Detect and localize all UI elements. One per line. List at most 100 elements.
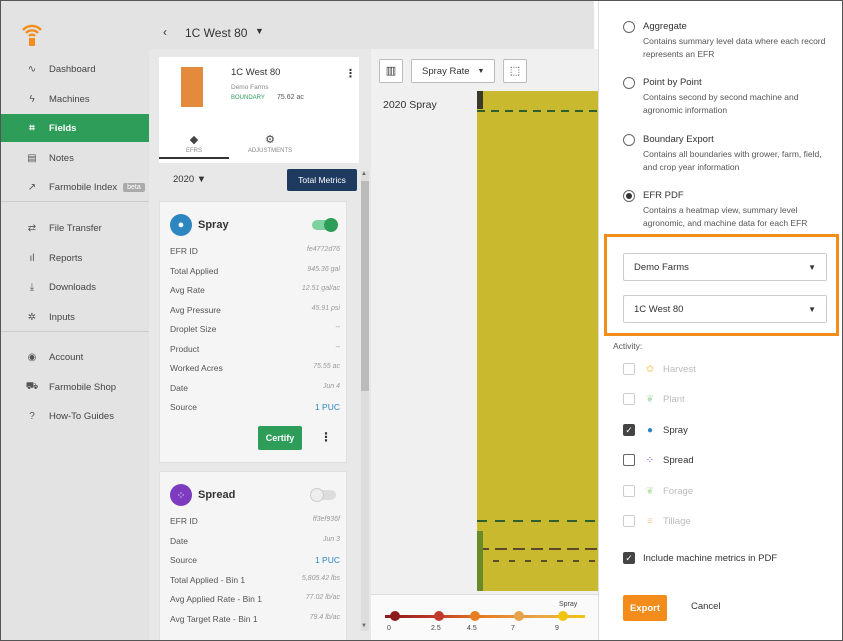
legend-tick-label: 2.5 (431, 625, 441, 632)
sidebar-item-inputs[interactable]: ✲ Inputs (1, 303, 149, 331)
sidebar-item-notes[interactable]: ▤ Notes (1, 144, 149, 172)
activity-plant: ❦ Plant (623, 392, 685, 406)
metric-value: ff3ef936f (312, 516, 340, 523)
field-panel-scrollbar[interactable]: ▲ ▼ (361, 171, 369, 631)
metric-key: Date (170, 535, 188, 546)
select-tool-icon[interactable]: ⬚ (503, 59, 527, 83)
export-submit-button[interactable]: Export (623, 595, 667, 621)
top-bar: ‹ 1C West 80 ▼ (149, 1, 594, 49)
map-view[interactable]: ▥ Spray Rate ▼ ⬚ 2020 Spray Spray 0 2.5 4.… (371, 49, 598, 640)
sidebar-item-farmobile-shop[interactable]: ⛟ Farmobile Shop (1, 373, 149, 401)
metric-row: Total Applied 945.36 gal (170, 266, 340, 276)
metric-row: Source 1 PUC (170, 402, 340, 412)
legend-dot (390, 611, 400, 621)
metric-value: Jun 4 (322, 382, 340, 390)
spray-icon: ● (170, 214, 192, 236)
layout-toggle-icon[interactable]: ▥ (379, 59, 403, 83)
radio-checked-icon[interactable] (623, 190, 635, 202)
metric-row: Avg Rate 12.51 gal/ac (170, 285, 340, 295)
gear-icon: ⚙ (265, 134, 275, 146)
heatmap-details (477, 91, 598, 591)
radio-icon[interactable] (623, 134, 635, 146)
export-option-aggregate[interactable]: Aggregate Contains summary level data whe… (623, 19, 833, 69)
farmobile-logo-icon[interactable] (21, 21, 43, 47)
checkbox-icon (623, 515, 635, 527)
metric-value: 75.55 ac (313, 363, 340, 370)
chevron-down-icon[interactable]: ▼ (255, 26, 264, 36)
export-option-description: Contains a heatmap view, summary level a… (643, 205, 808, 228)
metric-row: EFR ID ff3ef936f (170, 516, 340, 526)
field-card[interactable]: 1C West 80 Demo Farms BOUNDARY 75.62 ac … (159, 57, 359, 127)
spray-menu-button[interactable]: ⋮ (320, 430, 332, 444)
sidebar-item-label: File Transfer (49, 222, 102, 234)
radio-icon[interactable] (623, 21, 635, 33)
farm-select[interactable]: Demo Farms ▼ (623, 253, 827, 281)
download-icon: ⤓ (29, 281, 35, 293)
spray-card-title: Spray (198, 219, 229, 231)
metric-key: EFR ID (170, 246, 198, 256)
export-option-title: EFR PDF (643, 190, 684, 201)
scroll-up-icon[interactable]: ▲ (361, 171, 367, 177)
forage-icon: ❦ (645, 485, 655, 497)
export-option-boundary-export[interactable]: Boundary Export Contains all boundaries w… (623, 132, 833, 182)
source-link[interactable]: 1 PUC (315, 402, 340, 412)
legend-tick-label: 0 (387, 625, 391, 632)
metric-value: 945.36 gal (307, 265, 340, 273)
cart-icon: ⛟ (25, 380, 39, 392)
checkbox-checked-icon[interactable]: ✓ (623, 552, 635, 564)
field-name: 1C West 80 (231, 67, 281, 78)
back-button[interactable]: ‹ (163, 25, 167, 39)
activity-spray[interactable]: ✓ ● Spray (623, 423, 688, 437)
metric-row: Total Applied - Bin 1 5,805.42 lbs (170, 575, 340, 585)
certify-button[interactable]: Certify (258, 426, 302, 450)
field-menu-button[interactable]: ⋮ (345, 67, 356, 80)
scrollbar-thumb[interactable] (361, 181, 369, 391)
scroll-down-icon[interactable]: ▼ (361, 623, 367, 629)
radio-icon[interactable] (623, 77, 635, 89)
sidebar-item-how-to-guides[interactable]: ? How-To Guides (1, 402, 149, 430)
sidebar-item-label: Machines (49, 93, 90, 105)
sidebar-item-fields[interactable]: ⌗ Fields (1, 114, 149, 142)
activity-label-text: Spray (663, 424, 688, 436)
source-link[interactable]: 1 PUC (315, 555, 340, 565)
boundary-label: BOUNDARY (231, 95, 265, 101)
sidebar-item-reports[interactable]: ıl Reports (1, 244, 149, 272)
activity-harvest: ✿ Harvest (623, 362, 696, 376)
sidebar-item-dashboard[interactable]: ∿ Dashboard (1, 55, 149, 83)
field-title-dropdown[interactable]: 1C West 80 (185, 26, 247, 40)
export-option-point-by-point[interactable]: Point by Point Contains second by second … (623, 75, 833, 125)
include-metrics-checkbox[interactable]: ✓ Include machine metrics in PDF (623, 552, 777, 564)
tab-adjustments[interactable]: ⚙ ADJUSTMENTS (235, 133, 305, 154)
sidebar-item-downloads[interactable]: ⤓ Downloads (1, 273, 149, 301)
checkbox-icon[interactable] (623, 454, 635, 466)
metric-row: Worked Acres 75.55 ac (170, 363, 340, 373)
total-metrics-button[interactable]: Total Metrics (287, 169, 357, 191)
sidebar-item-account[interactable]: ◉ Account (1, 343, 149, 371)
metric-value: fe4772d76 (306, 246, 340, 253)
chevron-down-icon: ▼ (808, 304, 816, 314)
checkbox-checked-icon[interactable]: ✓ (623, 424, 635, 436)
sidebar-item-machines[interactable]: ϟ Machines (1, 85, 149, 113)
export-option-description: Contains all boundaries with grower, far… (643, 149, 822, 172)
metric-row: Source 1 PUC (170, 555, 340, 565)
sidebar-item-farmobile-index[interactable]: ↗ Farmobile Index beta (1, 173, 149, 201)
spray-toggle[interactable] (312, 218, 338, 232)
tab-efrs[interactable]: ◆ EFRS (159, 133, 229, 159)
metric-key: Droplet Size (170, 324, 217, 334)
year-select[interactable]: 2020 ▼ (173, 174, 206, 185)
field-select[interactable]: 1C West 80 ▼ (623, 295, 827, 323)
farm-name: Demo Farms (231, 84, 269, 91)
metric-row: Droplet Size -- (170, 324, 340, 334)
metric-key: Avg Applied Rate - Bin 1 (170, 594, 262, 604)
metric-row: Date Jun 3 (170, 536, 340, 546)
layer-select[interactable]: Spray Rate ▼ (411, 59, 495, 83)
metric-row: EFR ID fe4772d76 (170, 246, 340, 256)
account-icon: ◉ (27, 351, 37, 363)
metric-value: 45.91 psi (311, 304, 340, 312)
spread-toggle[interactable] (310, 488, 336, 502)
activity-spread[interactable]: ⁘ Spread (623, 453, 694, 467)
cancel-button[interactable]: Cancel (691, 601, 721, 612)
sidebar-item-file-transfer[interactable]: ⇄ File Transfer (1, 214, 149, 242)
field-icon: ⌗ (29, 122, 35, 134)
export-option-efr-pdf[interactable]: EFR PDF Contains a heatmap view, summary … (623, 188, 833, 238)
